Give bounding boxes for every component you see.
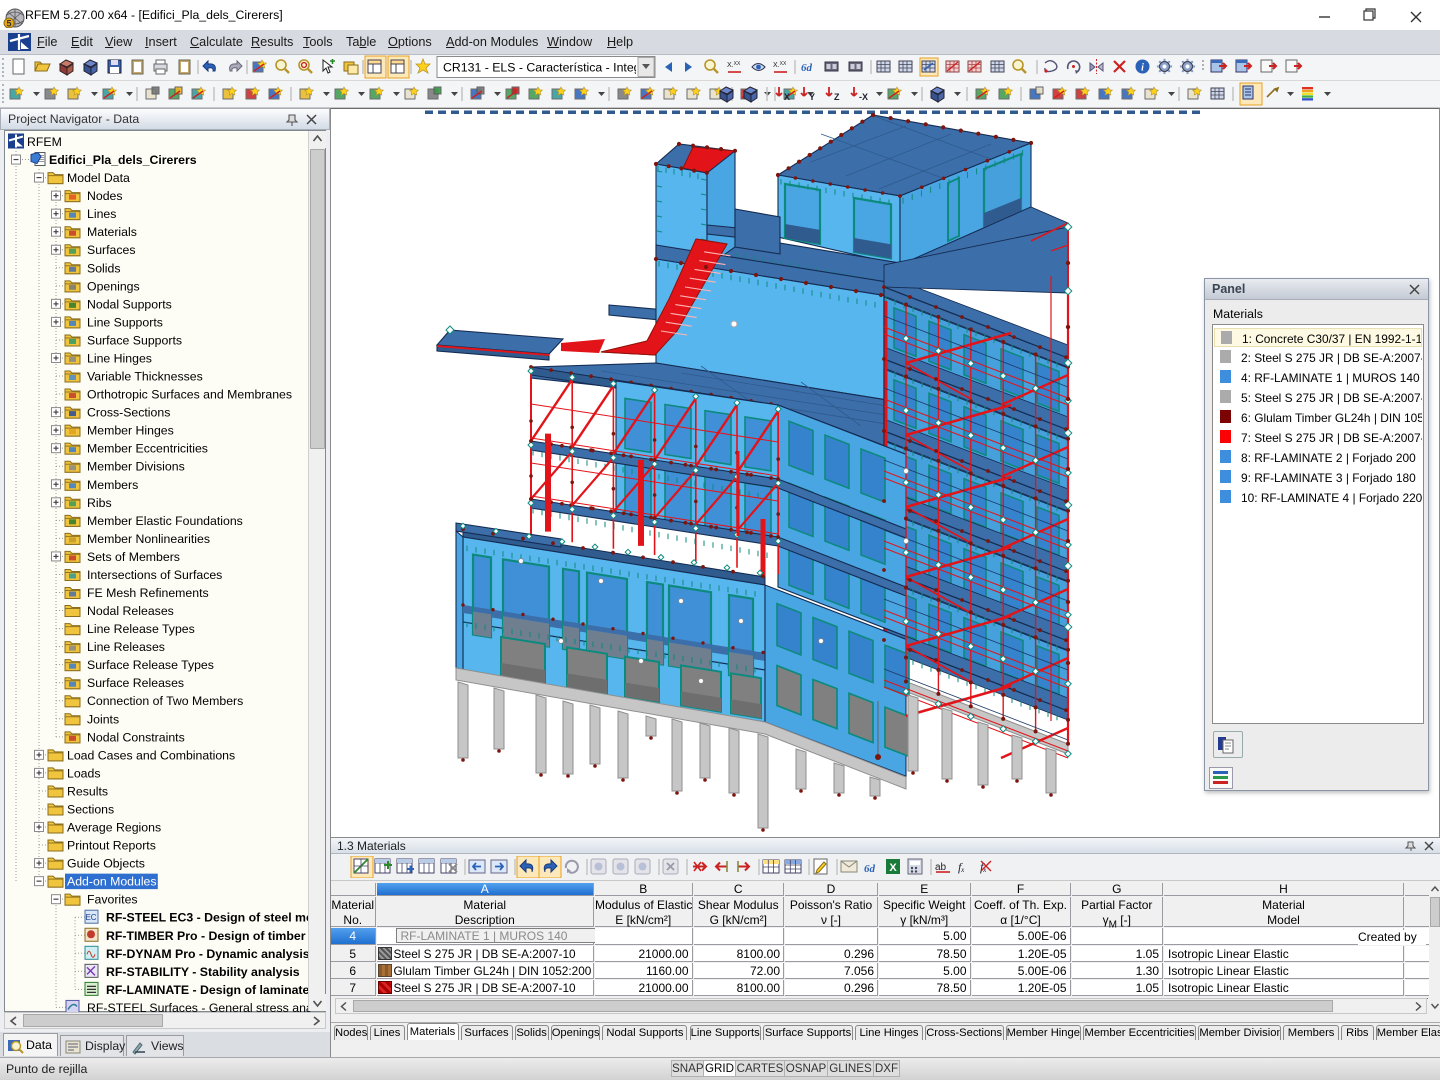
svg-text:Loads: Loads <box>67 766 101 780</box>
svg-text:Nodal Supports: Nodal Supports <box>87 297 172 311</box>
svg-text:Sections: Sections <box>67 802 114 816</box>
svg-text:Orthotropic Surfaces and Membr: Orthotropic Surfaces and Membranes <box>87 388 292 402</box>
svg-text:Model Data: Model Data <box>67 171 130 185</box>
svg-text:Materials: Materials <box>87 225 137 239</box>
svg-text:X.XX: X.XX <box>727 61 741 69</box>
svg-text:Joints: Joints <box>87 712 119 726</box>
svg-text:X.XX: X.XX <box>773 61 787 69</box>
svg-text:Lines: Lines <box>87 207 116 221</box>
svg-text:Line Supports: Line Supports <box>87 315 163 329</box>
svg-text:-X: -X <box>859 92 868 102</box>
svg-text:Member Divisions: Member Divisions <box>87 460 185 474</box>
svg-text:Nodal Constraints: Nodal Constraints <box>87 730 185 744</box>
svg-text:Average Regions: Average Regions <box>67 821 161 835</box>
svg-text:Sets of Members: Sets of Members <box>87 550 180 564</box>
svg-text:Variable Thicknesses: Variable Thicknesses <box>87 370 203 384</box>
svg-text:Line Releases: Line Releases <box>87 640 165 654</box>
svg-text:Intersections of Surfaces: Intersections of Surfaces <box>87 568 222 582</box>
svg-text:RFEM: RFEM <box>27 135 62 149</box>
svg-text:Nodes: Nodes <box>87 189 123 203</box>
svg-text:RF-STEEL EC3 - Design of steel: RF-STEEL EC3 - Design of steel mem <box>106 911 311 925</box>
svg-text:RF-STABILITY - Stability analy: RF-STABILITY - Stability analysis <box>106 965 300 979</box>
svg-text:Guide Objects: Guide Objects <box>67 857 145 871</box>
svg-text:Z: Z <box>834 92 840 102</box>
svg-text:Line Hinges: Line Hinges <box>87 351 152 365</box>
svg-text:Solids: Solids <box>87 261 121 275</box>
svg-text:Cross-Sections: Cross-Sections <box>87 406 170 420</box>
svg-text:Members: Members <box>87 478 138 492</box>
svg-text:RF-LAMINATE - Design of lamina: RF-LAMINATE - Design of laminate s <box>106 983 311 997</box>
svg-text:Add-on Modules: Add-on Modules <box>67 875 157 889</box>
svg-text:Line Release Types: Line Release Types <box>87 622 195 636</box>
svg-text:Member Hinges: Member Hinges <box>87 424 174 438</box>
svg-text:6d: 6d <box>801 62 813 74</box>
svg-text:Member Elastic Foundations: Member Elastic Foundations <box>87 514 243 528</box>
svg-text:Nodal Releases: Nodal Releases <box>87 604 174 618</box>
svg-text:Openings: Openings <box>87 279 140 293</box>
svg-text:RF-DYNAM Pro - Dynamic analysi: RF-DYNAM Pro - Dynamic analysis <box>106 947 310 961</box>
svg-text:EC: EC <box>85 913 96 922</box>
svg-text:Connection of Two Members: Connection of Two Members <box>87 694 243 708</box>
svg-text:Member Nonlinearities: Member Nonlinearities <box>87 532 210 546</box>
svg-text:Results: Results <box>67 784 108 798</box>
svg-text:Surface Releases: Surface Releases <box>87 676 184 690</box>
svg-text:i: i <box>1141 63 1144 74</box>
svg-text:Printout Reports: Printout Reports <box>67 839 156 853</box>
svg-text:Edifici_Pla_dels_Cirerers: Edifici_Pla_dels_Cirerers <box>49 153 197 167</box>
svg-text:Load Cases and Combinations: Load Cases and Combinations <box>67 748 235 762</box>
svg-text:Surface Supports: Surface Supports <box>87 333 182 347</box>
svg-text:FE Mesh Refinements: FE Mesh Refinements <box>87 586 209 600</box>
svg-text:Y: Y <box>809 92 815 102</box>
svg-text:CR131 - ELS - Característica -: CR131 - ELS - Característica - Integrida… <box>443 61 665 75</box>
svg-text:Surfaces: Surfaces <box>87 243 136 257</box>
svg-text:Favorites: Favorites <box>87 893 138 907</box>
svg-text:Member Eccentricities: Member Eccentricities <box>87 442 208 456</box>
svg-text:Ribs: Ribs <box>87 496 112 510</box>
svg-text:RF-TIMBER Pro - Design of timb: RF-TIMBER Pro - Design of timber m <box>106 929 311 943</box>
svg-text:Surface Release Types: Surface Release Types <box>87 658 214 672</box>
svg-text:X: X <box>784 92 790 102</box>
svg-text:5: 5 <box>6 19 11 29</box>
